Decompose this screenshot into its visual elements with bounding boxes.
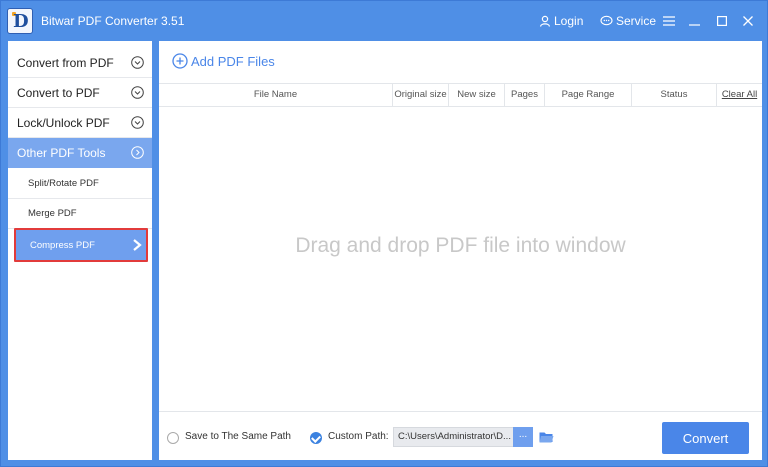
sidebar-subitem-merge-pdf[interactable]: Merge PDF	[8, 199, 152, 229]
convert-button[interactable]: Convert	[662, 422, 749, 454]
app-logo-letter: D	[13, 11, 29, 32]
column-status: Status	[632, 84, 717, 106]
custom-path-radio[interactable]	[310, 432, 322, 444]
sidebar-subitem-label: Compress PDF	[30, 239, 95, 251]
plus-circle-icon	[172, 53, 188, 69]
app-window: D Bitwar PDF Converter 3.51 Login Servic…	[0, 0, 768, 467]
open-folder-icon[interactable]	[539, 431, 554, 443]
chat-icon	[600, 15, 613, 26]
menu-button[interactable]	[663, 1, 678, 41]
user-icon	[539, 15, 551, 27]
sidebar-item-convert-to-pdf[interactable]: Convert to PDF	[8, 78, 152, 108]
close-button[interactable]	[743, 1, 756, 41]
sidebar-item-label: Convert to PDF	[17, 85, 100, 100]
app-title: Bitwar PDF Converter 3.51	[41, 14, 185, 28]
main-panel: Add PDF Files File Name Original size Ne…	[159, 41, 762, 460]
chevron-right-icon	[131, 146, 144, 159]
bottom-bar: Save to The Same Path Custom Path: C:\Us…	[159, 411, 762, 460]
caret-right-icon	[133, 239, 142, 251]
column-original-size: Original size	[393, 84, 449, 106]
column-file-name: File Name	[159, 84, 393, 106]
chevron-down-icon	[131, 56, 144, 69]
add-pdf-files-button[interactable]: Add PDF Files	[172, 52, 275, 70]
sidebar: Convert from PDF Convert to PDF Lock/Unl…	[8, 41, 152, 460]
browse-path-button[interactable]: ...	[513, 427, 533, 447]
custom-path-field[interactable]: C:\Users\Administrator\D...	[393, 427, 515, 447]
custom-path-label: Custom Path:	[328, 431, 389, 442]
login-label: Login	[554, 14, 584, 28]
column-pages: Pages	[505, 84, 545, 106]
sidebar-item-label: Other PDF Tools	[17, 146, 106, 160]
hamburger-icon	[663, 16, 675, 26]
sidebar-item-other-pdf-tools[interactable]: Other PDF Tools	[8, 138, 152, 168]
service-label: Service	[616, 14, 657, 28]
drop-zone-message: Drag and drop PDF file into window	[295, 234, 626, 257]
sidebar-item-label: Convert from PDF	[17, 55, 114, 70]
chevron-down-icon	[131, 116, 144, 129]
add-pdf-files-label: Add PDF Files	[191, 53, 275, 69]
service-button[interactable]: Service	[600, 1, 656, 41]
sidebar-subitem-compress-pdf[interactable]: Compress PDF	[14, 228, 148, 262]
sidebar-subitem-label: Split/Rotate PDF	[28, 178, 99, 189]
app-logo-icon: D	[7, 8, 33, 34]
same-path-radio[interactable]	[167, 432, 179, 444]
file-table-header: File Name Original size New size Pages P…	[159, 83, 762, 107]
same-path-label: Save to The Same Path	[185, 431, 291, 442]
maximize-button[interactable]	[717, 1, 730, 41]
sidebar-item-convert-from-pdf[interactable]: Convert from PDF	[8, 48, 152, 78]
chevron-down-icon	[131, 86, 144, 99]
column-new-size: New size	[449, 84, 505, 106]
clear-all-link[interactable]: Clear All	[717, 84, 762, 106]
sidebar-subitem-label: Merge PDF	[28, 208, 77, 219]
login-button[interactable]: Login	[539, 1, 583, 41]
minimize-button[interactable]	[689, 1, 703, 41]
title-bar: D Bitwar PDF Converter 3.51 Login Servic…	[1, 1, 767, 41]
sidebar-subitem-split-rotate-pdf[interactable]: Split/Rotate PDF	[8, 169, 152, 199]
column-page-range: Page Range	[545, 84, 632, 106]
minimize-icon	[689, 24, 700, 26]
sidebar-item-lock-unlock-pdf[interactable]: Lock/Unlock PDF	[8, 108, 152, 138]
sidebar-item-label: Lock/Unlock PDF	[17, 115, 110, 130]
close-icon	[743, 16, 753, 26]
maximize-icon	[717, 16, 727, 26]
